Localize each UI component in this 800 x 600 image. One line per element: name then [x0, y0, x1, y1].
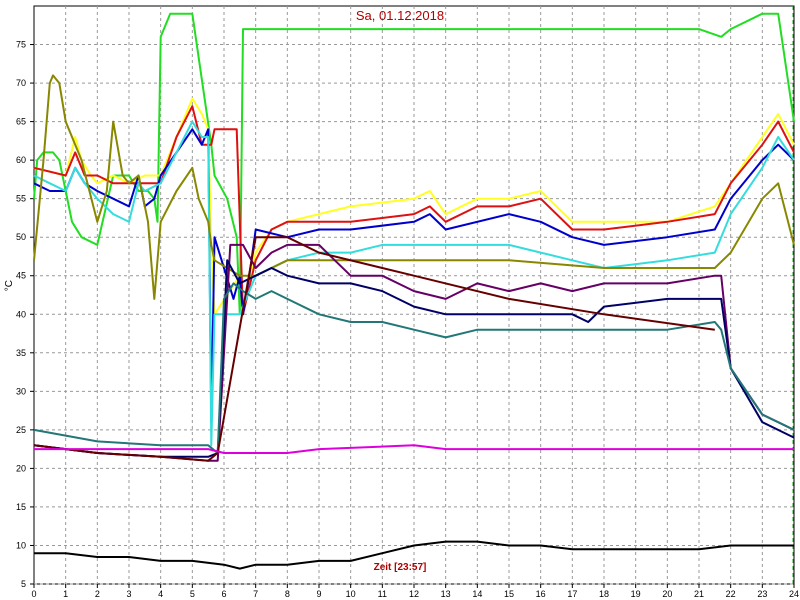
- x-tick-label: 11: [378, 589, 387, 599]
- x-tick-label: 5: [190, 589, 195, 599]
- x-tick-label: 22: [726, 589, 736, 599]
- y-tick-label: 50: [16, 232, 26, 242]
- x-tick-label: 16: [536, 589, 546, 599]
- x-tick-label: 6: [221, 589, 226, 599]
- x-tick-label: 14: [472, 589, 482, 599]
- x-tick-label: 17: [567, 589, 577, 599]
- x-tick-label: 23: [757, 589, 767, 599]
- x-tick-label: 1: [63, 589, 68, 599]
- x-axis-label: Zeit [23:57]: [373, 562, 427, 573]
- y-axis-label: °C: [4, 280, 15, 292]
- chart-frame: 0 1 2 3 4 5 6 7 8 9 10 11 12 13 14 15 16 17 18 19 20 21 22 23 24…: [0, 0, 800, 600]
- y-tick-label: 55: [16, 194, 26, 204]
- x-tick-label: 12: [409, 589, 419, 599]
- x-tick-label: 20: [662, 589, 672, 599]
- x-tick-label: 2: [95, 589, 100, 599]
- y-tick-label: 65: [16, 117, 26, 127]
- x-tick-label: 13: [441, 589, 451, 599]
- x-tick-label: 18: [599, 589, 609, 599]
- line-chart: 0 1 2 3 4 5 6 7 8 9 10 11 12 13 14 15 16 17 18 19 20 21 22 23 24…: [16, 5, 799, 599]
- y-tick-label: 5: [21, 579, 26, 589]
- x-tick-label: 10: [346, 589, 356, 599]
- y-tick-label: 10: [16, 540, 26, 550]
- y-tick-label: 15: [16, 502, 26, 512]
- x-tick-label: 7: [253, 589, 258, 599]
- y-tick-label: 40: [16, 309, 26, 319]
- y-tick-label: 30: [16, 386, 26, 396]
- y-tick-label: 35: [16, 348, 26, 358]
- y-tick-label: 25: [16, 425, 26, 435]
- x-tick-label: 15: [504, 589, 514, 599]
- x-tick-label: 24: [789, 589, 799, 599]
- x-tick-label: 21: [694, 589, 704, 599]
- y-tick-label: 70: [16, 78, 26, 88]
- y-tick-label: 45: [16, 271, 26, 281]
- y-tick-label: 75: [16, 40, 26, 50]
- chart-title: Sa, 01.12.2018: [355, 8, 445, 23]
- y-tick-label: 20: [16, 463, 26, 473]
- x-tick-label: 8: [285, 589, 290, 599]
- y-tick-label: 60: [16, 155, 26, 165]
- x-tick-label: 9: [316, 589, 321, 599]
- x-tick-label: 3: [126, 589, 131, 599]
- x-tick-label: 19: [631, 589, 641, 599]
- x-tick-label: 4: [158, 589, 163, 599]
- x-tick-label: 0: [31, 589, 36, 599]
